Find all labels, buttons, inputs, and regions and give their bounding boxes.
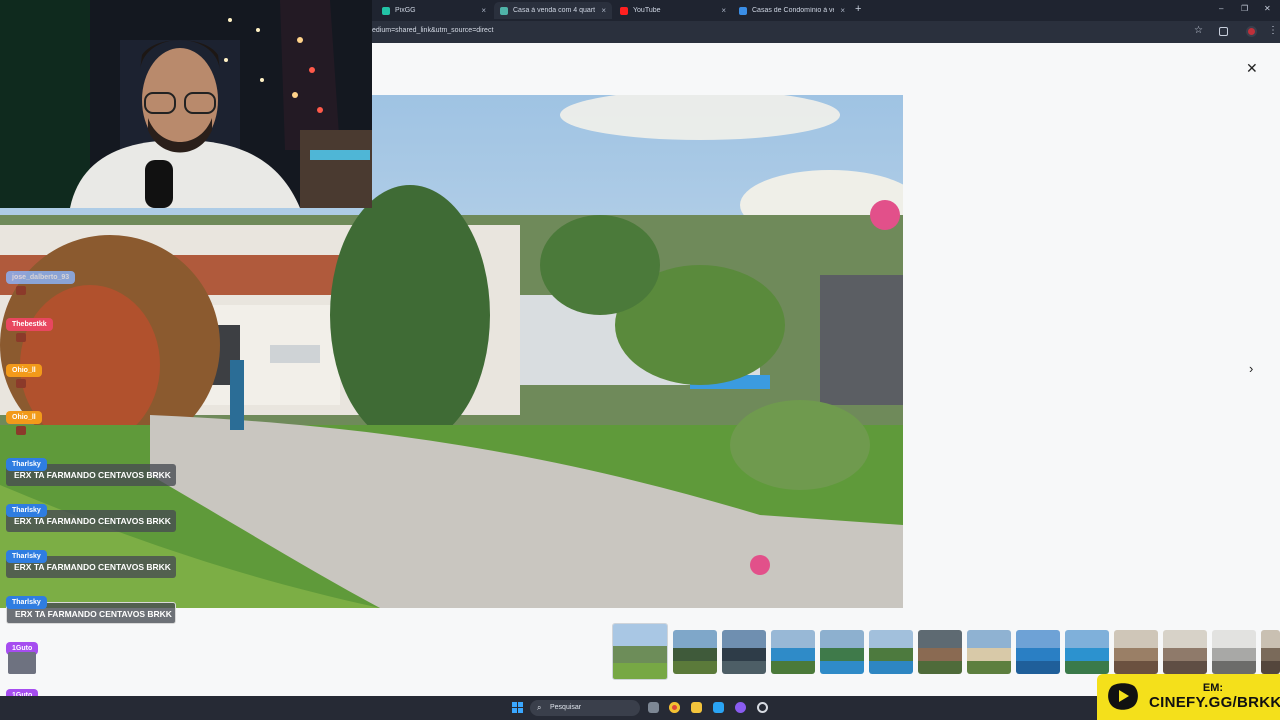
- chat-username: Tharlsky: [6, 458, 47, 471]
- thumbnail[interactable]: [918, 630, 962, 674]
- profile-avatar[interactable]: [1246, 26, 1257, 37]
- windows-start-icon[interactable]: [512, 702, 524, 714]
- thumbnail[interactable]: [1114, 630, 1158, 674]
- promo-url: CINEFY.GG/BRKK: [1149, 694, 1280, 711]
- stream-chat: jose_dalberto_93 Thebestkk Ohio_ll Ohio_…: [0, 262, 180, 720]
- tab-close-icon[interactable]: ×: [601, 6, 606, 15]
- tab-label: YouTube: [633, 7, 661, 14]
- file-explorer-icon[interactable]: [691, 702, 702, 713]
- promo-line1: EM:: [1202, 682, 1224, 694]
- tab-label: PixGG: [395, 7, 416, 14]
- chat-username: Tharlsky: [6, 596, 47, 609]
- discord-icon[interactable]: [735, 702, 746, 713]
- youtube-favicon-icon: [620, 6, 628, 15]
- chat-message: Tharlsky: [6, 545, 47, 563]
- chat-avatar: [16, 333, 26, 342]
- chat-username: Tharlsky: [6, 550, 47, 563]
- chat-username: Thebestkk: [6, 318, 53, 331]
- thumbnail[interactable]: [1065, 630, 1109, 674]
- tab-label: Casa à venda com 4 quartos no: [513, 7, 596, 14]
- tab-label: Casas de Condomínio à venda: [752, 7, 834, 14]
- tab-close-icon[interactable]: ×: [721, 6, 726, 15]
- chat-message: Tharlsky: [6, 499, 47, 517]
- search-placeholder: Pesquisar: [550, 704, 582, 711]
- thumbnail[interactable]: [869, 630, 913, 674]
- tab-casa-a-venda[interactable]: Casa à venda com 4 quartos no ×: [494, 2, 612, 19]
- chat-username: jose_dalberto_93: [6, 271, 76, 284]
- search-icon: ⌕: [537, 703, 542, 712]
- gallery-close-icon[interactable]: ✕: [1246, 60, 1258, 77]
- promo-banner: EM: CINEFY.GG/BRKK: [1097, 674, 1280, 720]
- close-window-button[interactable]: ✕: [1264, 4, 1271, 13]
- chat-message: Tharlsky: [6, 591, 47, 609]
- thumbnail[interactable]: [820, 630, 864, 674]
- thumbnail[interactable]: [967, 630, 1011, 674]
- thumbnail[interactable]: [1163, 630, 1207, 674]
- chat-avatar: [16, 379, 26, 388]
- taskbar: ⌕ Pesquisar: [0, 696, 1280, 720]
- cinefy-logo-icon: [1108, 683, 1138, 710]
- pixgg-favicon-icon: [382, 6, 390, 15]
- chat-message: Ohio_ll: [6, 406, 42, 424]
- chat-avatar: [16, 286, 26, 295]
- screen: PixGG × Casa à venda com 4 quartos no × …: [0, 0, 1280, 720]
- thumbnail[interactable]: [673, 630, 717, 674]
- chat-message: Tharlsky: [6, 453, 47, 471]
- tab-casas-condominio[interactable]: Casas de Condomínio à venda ×: [733, 2, 851, 19]
- taskbar-search[interactable]: ⌕ Pesquisar: [530, 700, 640, 716]
- browser-menu-icon[interactable]: ⋮: [1268, 25, 1278, 36]
- chat-message: jose_dalberto_93: [6, 266, 76, 284]
- settings-gear-icon[interactable]: [757, 702, 768, 713]
- chat-username: Ohio_ll: [6, 411, 42, 424]
- thumbnail[interactable]: [1212, 630, 1256, 674]
- thumbnail[interactable]: [612, 623, 668, 680]
- chat-username: Ohio_ll: [6, 364, 42, 377]
- tab-youtube[interactable]: YouTube ×: [614, 2, 732, 19]
- gallery-next-icon[interactable]: ›: [1249, 361, 1253, 376]
- new-tab-button[interactable]: +: [855, 3, 861, 15]
- chat-message: Thebestkk: [6, 313, 53, 331]
- thumbnail[interactable]: [722, 630, 766, 674]
- tab-close-icon[interactable]: ×: [481, 6, 486, 15]
- task-view-icon[interactable]: [648, 702, 659, 713]
- thumbnail[interactable]: [1016, 630, 1060, 674]
- tab-close-icon[interactable]: ×: [840, 6, 845, 15]
- chrome-icon[interactable]: [669, 702, 680, 713]
- chat-avatar: [8, 652, 36, 674]
- minimize-button[interactable]: –: [1219, 4, 1223, 13]
- listing-favicon-icon: [500, 6, 508, 15]
- thumbnail-strip: [612, 623, 1280, 681]
- restore-button[interactable]: ❐: [1241, 4, 1248, 13]
- url-field[interactable]: edium=shared_link&utm_source=direct: [372, 27, 493, 34]
- chat-avatar: [16, 426, 26, 435]
- webcam-overlay: [0, 0, 372, 208]
- chat-message: Ohio_ll: [6, 359, 42, 377]
- chat-username: Tharlsky: [6, 504, 47, 517]
- extensions-icon[interactable]: [1219, 27, 1228, 36]
- thumbnail[interactable]: [771, 630, 815, 674]
- thumbnail[interactable]: [1261, 630, 1280, 674]
- listing-favicon-icon: [739, 6, 747, 15]
- tab-pixgg[interactable]: PixGG ×: [376, 2, 492, 19]
- bookmark-star-icon[interactable]: ☆: [1194, 25, 1203, 36]
- app-icon[interactable]: [713, 702, 724, 713]
